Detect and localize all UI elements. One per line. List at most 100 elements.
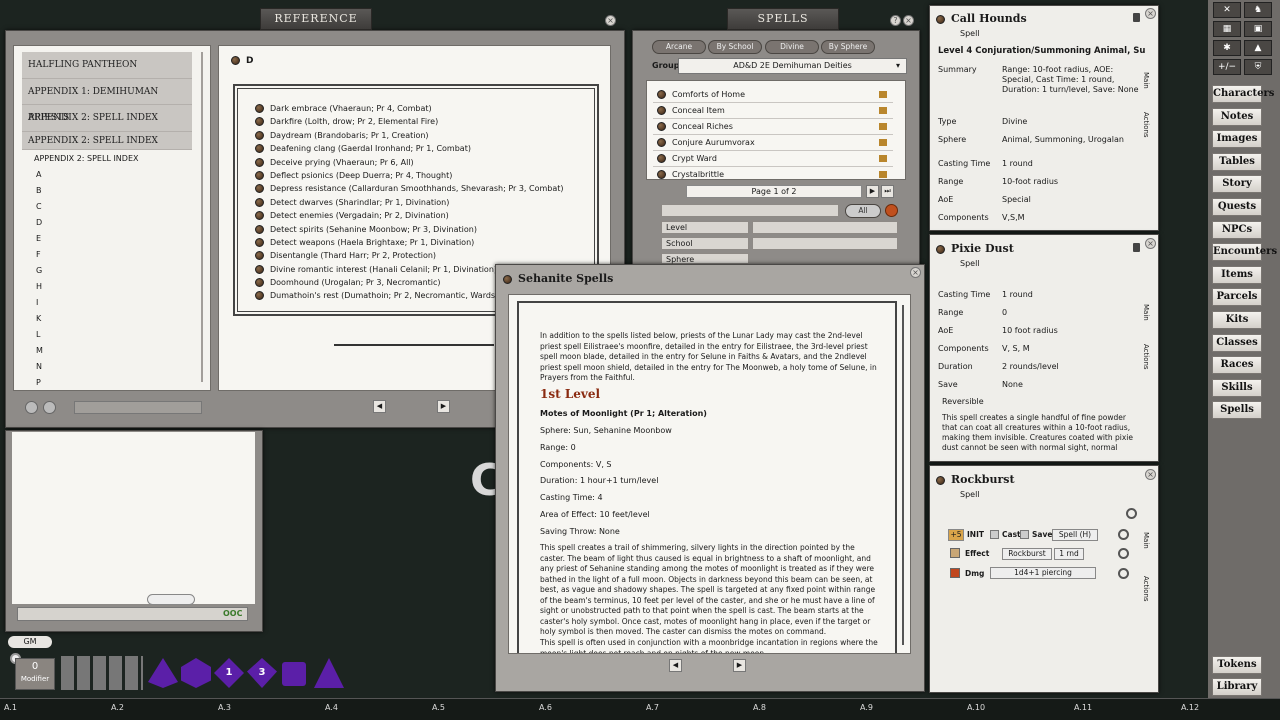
d10-die-icon[interactable]: 3 bbox=[247, 658, 277, 688]
link-icon[interactable] bbox=[255, 117, 264, 127]
list-item[interactable]: Darkfire (Lolth, drow; Pr 2, Elemental F… bbox=[255, 115, 564, 128]
cast-icon[interactable] bbox=[990, 530, 999, 539]
close-icon[interactable]: × bbox=[910, 267, 921, 278]
list-item[interactable]: Deceive prying (Vhaeraun; Pr 6, All) bbox=[255, 156, 564, 169]
link-icon[interactable] bbox=[936, 14, 945, 24]
d6-die-icon[interactable] bbox=[181, 658, 211, 688]
modifier-box[interactable]: 0 Modifier bbox=[15, 658, 55, 690]
close-icon[interactable]: × bbox=[903, 15, 914, 26]
reference-title[interactable]: REFERENCE bbox=[260, 8, 372, 30]
next-page-button[interactable]: ▶ bbox=[733, 659, 746, 672]
d4-die-icon[interactable] bbox=[148, 658, 178, 688]
sidebar-item[interactable]: Classes bbox=[1212, 333, 1262, 352]
school-filter-select[interactable] bbox=[752, 237, 898, 250]
save-icon[interactable] bbox=[1020, 530, 1029, 539]
letter-index-item[interactable]: H bbox=[22, 279, 192, 295]
zoom-in-icon[interactable] bbox=[25, 401, 38, 414]
gear-icon[interactable] bbox=[1118, 568, 1129, 579]
record-title[interactable]: Pixie Dust bbox=[951, 242, 1014, 255]
sidebar-item[interactable]: Items bbox=[1212, 265, 1262, 284]
tab-main[interactable]: Main bbox=[1142, 72, 1150, 89]
book-icon[interactable] bbox=[879, 107, 887, 114]
sidebar-item[interactable]: Skills bbox=[1212, 378, 1262, 397]
link-icon[interactable] bbox=[255, 237, 264, 247]
link-icon[interactable] bbox=[657, 106, 666, 115]
list-item[interactable]: Crypt Ward bbox=[653, 151, 893, 167]
list-item[interactable]: Dark embrace (Vhaeraun; Pr 4, Combat) bbox=[255, 102, 564, 115]
reference-entry[interactable]: APPENDIX 2: SPELL INDEX bbox=[22, 105, 192, 132]
sidebar-item-tokens[interactable]: Tokens bbox=[1212, 656, 1262, 674]
reference-entry-selected[interactable]: APPENDIX 2: SPELL INDEX bbox=[22, 131, 192, 150]
chat-input[interactable] bbox=[17, 607, 248, 621]
prev-page-button[interactable]: ◀ bbox=[669, 659, 682, 672]
link-icon[interactable] bbox=[255, 224, 264, 234]
effect-icon[interactable] bbox=[950, 548, 960, 558]
filter-arcane[interactable]: Arcane bbox=[652, 40, 706, 54]
letter-index-item[interactable]: L bbox=[22, 327, 192, 343]
reference-entry[interactable]: HALFLING PANTHEON bbox=[22, 52, 192, 79]
dice-modifier-grid[interactable] bbox=[61, 656, 143, 690]
tab-actions[interactable]: Actions bbox=[1142, 112, 1150, 138]
init-value[interactable]: +5 bbox=[948, 529, 964, 541]
prev-page-button[interactable]: ◀ bbox=[373, 400, 386, 413]
link-icon[interactable] bbox=[657, 122, 666, 131]
list-item[interactable]: Conjure Aurumvorax bbox=[653, 135, 893, 151]
list-item[interactable]: Disentangle (Thard Harr; Pr 2, Protectio… bbox=[255, 249, 564, 262]
damage-icon[interactable] bbox=[950, 568, 960, 578]
tokens-icon[interactable]: ♞ bbox=[1244, 2, 1272, 18]
filter-by-sphere[interactable]: By Sphere bbox=[821, 40, 875, 54]
scrollbar[interactable] bbox=[201, 52, 203, 382]
sidebar-item[interactable]: Notes bbox=[1212, 107, 1262, 126]
tab-actions[interactable]: Actions bbox=[1142, 344, 1150, 370]
help-icon[interactable]: ? bbox=[890, 15, 901, 26]
zoom-out-icon[interactable] bbox=[43, 401, 56, 414]
book-icon[interactable] bbox=[879, 123, 887, 130]
letter-index-item[interactable]: M bbox=[22, 343, 192, 359]
link-icon[interactable] bbox=[657, 154, 666, 163]
gear-icon[interactable] bbox=[1126, 508, 1137, 519]
sidebar-item[interactable]: Story bbox=[1212, 175, 1262, 194]
d8-die-icon[interactable]: 1 bbox=[214, 658, 244, 688]
list-item[interactable]: Deafening clang (Gaerdal Ironhand; Pr 1,… bbox=[255, 142, 564, 155]
letter-index-item[interactable]: B bbox=[22, 183, 192, 199]
sidebar-item[interactable]: Encounters bbox=[1212, 243, 1277, 262]
list-item[interactable]: Daydream (Brandobaris; Pr 1, Creation) bbox=[255, 129, 564, 142]
sidebar-item-library[interactable]: Library bbox=[1212, 678, 1262, 696]
effect-duration-field[interactable]: 1 rnd bbox=[1054, 548, 1084, 560]
level-filter-select[interactable] bbox=[752, 221, 898, 234]
sidebar-item[interactable]: Images bbox=[1212, 130, 1262, 149]
tab-main[interactable]: Main bbox=[1142, 304, 1150, 321]
list-item[interactable]: Deflect psionics (Deep Duerra; Pr 4, Tho… bbox=[255, 169, 564, 182]
list-item[interactable]: Depress resistance (Callarduran Smoothha… bbox=[255, 182, 564, 195]
list-item[interactable]: Detect dwarves (Sharindlar; Pr 1, Divina… bbox=[255, 196, 564, 209]
sidebar-item[interactable]: Kits bbox=[1212, 311, 1262, 329]
link-icon[interactable] bbox=[657, 138, 666, 147]
last-page-button[interactable]: ⏭ bbox=[881, 185, 894, 198]
gear-icon[interactable] bbox=[1118, 548, 1129, 559]
book-icon[interactable] bbox=[879, 139, 887, 146]
chat-mode-select[interactable] bbox=[147, 594, 195, 605]
lock-icon[interactable] bbox=[1133, 13, 1140, 22]
list-item[interactable]: Crystalbrittle bbox=[653, 167, 893, 179]
link-icon[interactable] bbox=[255, 291, 264, 301]
link-icon[interactable] bbox=[255, 170, 264, 180]
link-icon[interactable] bbox=[936, 244, 945, 254]
link-icon[interactable] bbox=[936, 475, 945, 485]
link-icon[interactable] bbox=[657, 170, 666, 179]
ooc-label[interactable]: OOC bbox=[223, 609, 242, 618]
letter-index-item[interactable]: K bbox=[22, 311, 192, 327]
modifier-icon[interactable]: +/− bbox=[1213, 59, 1241, 75]
list-item[interactable]: Detect weapons (Haela Brightaxe; Pr 1, D… bbox=[255, 236, 564, 249]
damage-field[interactable]: 1d4+1 piercing bbox=[990, 567, 1096, 579]
group-select[interactable]: AD&D 2E Demihuman Deities ▾ bbox=[678, 58, 907, 74]
link-icon[interactable] bbox=[255, 144, 264, 154]
letter-index-item[interactable]: D bbox=[22, 215, 192, 231]
link-icon[interactable] bbox=[657, 90, 666, 99]
list-item[interactable]: Conceal Riches bbox=[653, 119, 893, 135]
filter-divine[interactable]: Divine bbox=[765, 40, 819, 54]
effect-name-field[interactable]: Rockburst bbox=[1002, 548, 1052, 560]
sidebar-item[interactable]: Races bbox=[1212, 356, 1262, 375]
scrollbar[interactable] bbox=[902, 305, 904, 645]
search-field[interactable] bbox=[74, 401, 202, 414]
close-icon[interactable]: × bbox=[1145, 8, 1156, 19]
